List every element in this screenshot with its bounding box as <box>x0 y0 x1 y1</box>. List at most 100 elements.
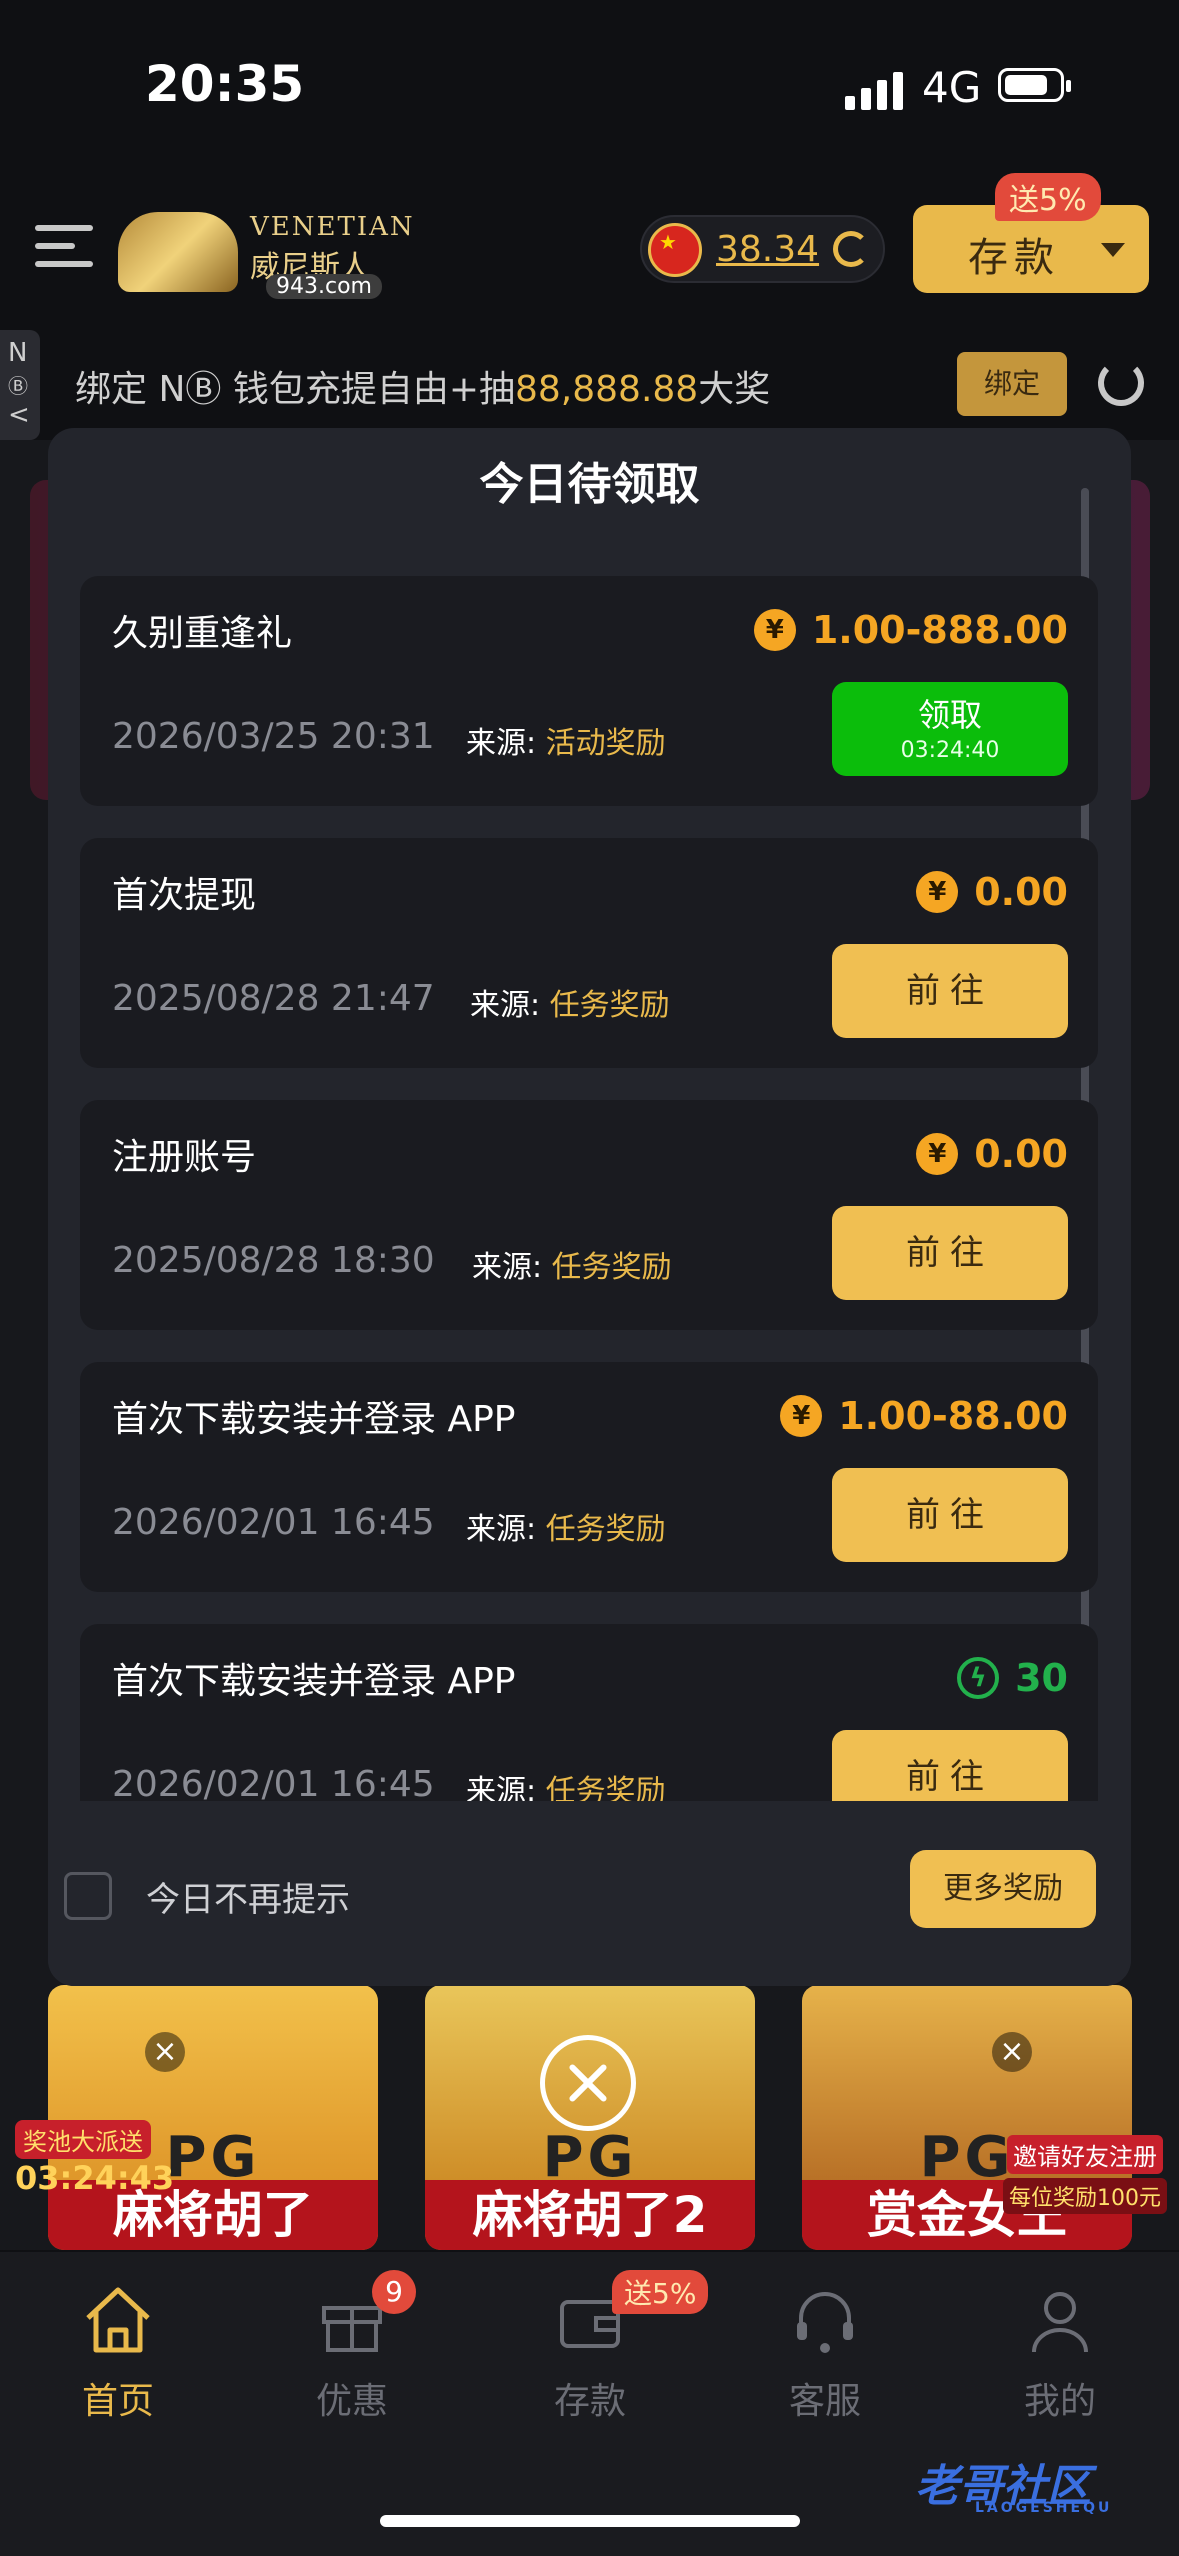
modal-title: 今日待领取 <box>479 459 700 510</box>
reward-amount: ¥ 1.00-88.00 <box>780 1388 1068 1444</box>
bind-prize-amount: 88,888.88 <box>514 369 699 410</box>
nav-deposit-label: 存款 <box>553 2381 626 2422</box>
user-icon <box>1020 2280 1100 2360</box>
source-label: 来源: <box>470 988 550 1023</box>
offers-count-badge: 9 <box>372 2270 416 2314</box>
reward-date: 2025/08/28 18:30 <box>112 1240 435 1281</box>
reward-amount: ¥ 0.00 <box>916 1126 1068 1182</box>
reward-list[interactable]: 久别重逢礼 ¥ 1.00-888.00 2026/03/25 20:31 来源:… <box>80 576 1100 1801</box>
reward-date: 2026/02/01 16:45 <box>112 1764 435 1801</box>
jackpot-promo-title: 奖池大派送 <box>15 2120 151 2159</box>
reward-card: 首次提现 ¥ 0.00 2025/08/28 21:47 来源: 任务奖励 前往 <box>80 838 1098 1068</box>
nav-support[interactable]: 客服 <box>745 2280 905 2430</box>
signal-icon <box>845 70 905 110</box>
more-rewards-button[interactable]: 更多奖励 <box>910 1850 1096 1928</box>
game-tile[interactable]: PG 麻将胡了 <box>48 1985 378 2250</box>
close-modal-icon[interactable] <box>540 2035 636 2131</box>
reward-value: 1.00-88.00 <box>838 1394 1068 1438</box>
invite-promo-reward: 每位奖励100元 <box>1003 2178 1167 2214</box>
china-flag-icon <box>648 223 702 277</box>
nav-home-label: 首页 <box>81 2381 154 2422</box>
reward-date: 2025/08/28 21:47 <box>112 978 435 1019</box>
chevron-down-icon <box>1101 243 1125 257</box>
reward-title: 久别重逢礼 <box>112 613 293 654</box>
balance-amount: 38.34 <box>716 229 820 270</box>
claim-button[interactable]: 领取 03:24:40 <box>832 682 1068 776</box>
go-button[interactable]: 前往 <box>832 1730 1068 1801</box>
dont-show-today-label[interactable]: 今日不再提示 <box>146 1872 350 1921</box>
reward-value: 0.00 <box>974 870 1068 914</box>
invite-promo-title: 邀请好友注册 <box>1007 2135 1163 2174</box>
claim-countdown: 03:24:40 <box>900 738 1000 763</box>
battery-icon <box>998 68 1071 102</box>
source-value: 任务奖励 <box>545 1774 666 1801</box>
go-button[interactable]: 前往 <box>832 1206 1068 1300</box>
reward-card: 首次下载安装并登录 APP ¥ 1.00-88.00 2026/02/01 16… <box>80 1362 1098 1592</box>
bind-text-mid: Ⓑ 钱包充提自由+抽 <box>185 369 515 410</box>
bind-banner-text: 绑定 NⒷ 钱包充提自由+抽88,888.88大奖 <box>75 360 770 412</box>
reward-amount: ϟ 30 <box>957 1650 1068 1706</box>
reward-value: 1.00-888.00 <box>811 608 1068 652</box>
yuan-coin-icon: ¥ <box>916 1133 959 1175</box>
balance-pill[interactable]: 38.34 <box>640 215 885 283</box>
modal-footer: 今日不再提示 更多奖励 <box>48 1808 1131 1986</box>
network-type: 4G <box>922 63 982 112</box>
reload-icon[interactable] <box>1098 360 1144 406</box>
reward-source: 来源: 任务奖励 <box>470 980 670 1024</box>
deposit-bonus-badge: 送5% <box>995 173 1101 221</box>
reward-source: 来源: 任务奖励 <box>472 1242 672 1286</box>
jackpot-promo-timer: 03:24:43 <box>15 2159 175 2197</box>
invite-promo[interactable]: 邀请好友注册 每位奖励100元 <box>1000 2135 1170 2225</box>
lightning-icon: ϟ <box>957 1657 1000 1699</box>
dont-show-today-checkbox[interactable] <box>64 1872 112 1920</box>
close-icon[interactable]: × <box>145 2032 185 2072</box>
home-indicator[interactable] <box>380 2515 800 2527</box>
nav-profile[interactable]: 我的 <box>980 2280 1140 2430</box>
bind-text-suffix: 大奖 <box>698 369 771 410</box>
reward-value: 30 <box>1015 1656 1068 1700</box>
nav-profile-label: 我的 <box>1023 2381 1096 2422</box>
refresh-balance-icon[interactable] <box>833 231 869 267</box>
source-label: 来源: <box>466 726 546 761</box>
nav-support-label: 客服 <box>788 2381 861 2422</box>
close-icon[interactable]: × <box>992 2032 1032 2072</box>
yuan-coin-icon: ¥ <box>753 609 796 651</box>
reward-date: 2026/02/01 16:45 <box>112 1502 435 1543</box>
status-bar: 20:35 4G <box>0 0 1179 150</box>
jackpot-promo[interactable]: 奖池大派送 03:24:43 <box>15 2120 180 2200</box>
home-icon <box>78 2280 158 2360</box>
watermark-sub: LAOGESHEQU <box>975 2500 1113 2516</box>
nav-offers-label: 优惠 <box>315 2381 388 2422</box>
brand-logo[interactable]: VENETIAN 威尼斯人 943.com <box>118 202 413 302</box>
menu-icon[interactable] <box>35 225 93 269</box>
status-time: 20:35 <box>145 55 305 113</box>
reward-card: 久别重逢礼 ¥ 1.00-888.00 2026/03/25 20:31 来源:… <box>80 576 1098 806</box>
deposit-nav-badge: 送5% <box>612 2270 709 2314</box>
source-label: 来源: <box>466 1774 546 1801</box>
source-value: 任务奖励 <box>549 988 670 1023</box>
reward-amount: ¥ 1.00-888.00 <box>753 602 1068 658</box>
bind-button[interactable]: 绑定 <box>957 352 1067 416</box>
brand-name-en: VENETIAN <box>250 212 415 242</box>
yuan-coin-icon: ¥ <box>780 1395 823 1437</box>
reward-title: 首次提现 <box>112 875 257 916</box>
bind-text-prefix: 绑定 N <box>75 369 186 410</box>
game-name: 麻将胡了2 <box>425 2180 755 2250</box>
source-value: 活动奖励 <box>545 726 666 761</box>
reward-date: 2026/03/25 20:31 <box>112 716 435 757</box>
pending-rewards-modal: 今日待领取 久别重逢礼 ¥ 1.00-888.00 2026/03/25 20:… <box>48 428 1131 1986</box>
source-label: 来源: <box>472 1250 552 1285</box>
reward-amount: ¥ 0.00 <box>916 864 1068 920</box>
headset-icon <box>785 2280 865 2360</box>
go-button[interactable]: 前往 <box>832 944 1068 1038</box>
claim-label: 领取 <box>917 696 982 734</box>
source-value: 任务奖励 <box>551 1250 672 1285</box>
reward-title: 首次下载安装并登录 APP <box>112 1399 516 1440</box>
nav-home[interactable]: 首页 <box>38 2280 198 2430</box>
go-button[interactable]: 前往 <box>832 1468 1068 1562</box>
source-label: 来源: <box>466 1512 546 1547</box>
brand-url: 943.com <box>266 274 382 299</box>
yuan-coin-icon: ¥ <box>916 871 959 913</box>
reward-source: 来源: 活动奖励 <box>466 718 666 762</box>
reward-title: 注册账号 <box>112 1137 257 1178</box>
